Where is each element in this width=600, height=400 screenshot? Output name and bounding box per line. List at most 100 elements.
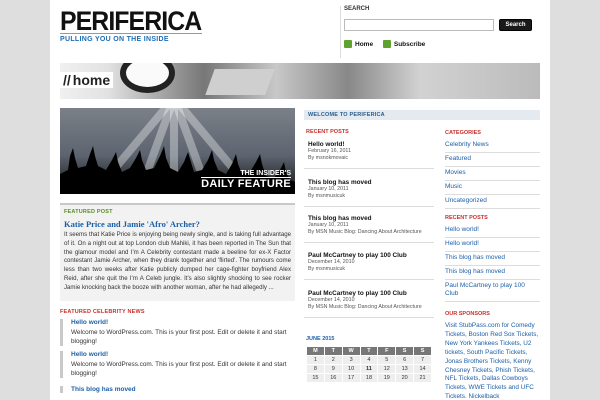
calendar-day: 1	[306, 355, 325, 365]
recent-post: Paul McCartney to play 100 Club December…	[304, 290, 434, 318]
list-item: This blog has moved	[60, 386, 295, 393]
featured-post-title[interactable]: Katie Price and Jamie 'Afro' Archer?	[64, 219, 291, 229]
featured-post: FEATURED POST Katie Price and Jamie 'Afr…	[60, 203, 295, 301]
news-title[interactable]: Hello world!	[71, 351, 295, 358]
recent-post-link[interactable]: This blog has moved	[445, 266, 540, 280]
calendar-day: 6	[395, 355, 415, 365]
title-word: home	[72, 72, 111, 88]
calendar-day: 14	[413, 364, 432, 374]
recent-post-link[interactable]: Hello world!	[445, 224, 540, 238]
calendar-day: 5	[377, 355, 397, 365]
recent-post-link[interactable]: This blog has moved	[445, 252, 540, 266]
calendar-row: 1 2 3 4 5 6 7	[306, 355, 432, 365]
post-date: January 10, 2011	[308, 222, 349, 228]
calendar-day: 21	[413, 373, 432, 383]
post-date: January 10, 2011	[308, 186, 349, 192]
right-recent-posts-label: RECENT POSTS	[445, 215, 488, 221]
daily-feature-image[interactable]: THE INSIDER'S DAILY FEATURE	[60, 108, 295, 194]
search-panel: SEARCH Search Home Subscribe	[340, 6, 545, 58]
post-author: By msnokmovaic	[308, 155, 349, 161]
weekday: W	[341, 346, 361, 356]
rss-icon	[382, 40, 391, 48]
post-author: By MSN Music Blog: Dancing About Archite…	[308, 304, 422, 310]
right-recent-posts-list: Hello world! Hello world! This blog has …	[445, 224, 540, 302]
weekday: F	[377, 346, 397, 356]
post-title[interactable]: This blog has moved	[308, 215, 434, 222]
featured-post-excerpt: It seems that Katie Price is enjoying be…	[64, 231, 291, 291]
news-excerpt: Welcome to WordPress.com. This is your f…	[71, 361, 287, 377]
weekday: T	[323, 346, 343, 356]
home-icon	[344, 40, 352, 48]
caption-top: THE INSIDER'S	[201, 170, 291, 178]
calendar-day-today: 11	[359, 364, 379, 374]
calendar-label: JUNE 2015	[306, 336, 335, 342]
calendar-row: 8 9 10 11 12 13 14	[306, 364, 432, 374]
feature-caption: THE INSIDER'S DAILY FEATURE	[201, 170, 291, 190]
subscribe-link[interactable]: Subscribe	[382, 40, 426, 48]
post-author: By msnmusicuk	[308, 193, 346, 199]
welcome-heading: WELCOME TO PERIFERICA	[304, 110, 540, 120]
search-input[interactable]	[344, 19, 494, 31]
subscribe-link-label: Subscribe	[393, 40, 426, 48]
search-label: SEARCH	[344, 6, 370, 12]
calendar-day: 17	[341, 373, 361, 383]
post-date: February 16, 2011	[308, 148, 351, 154]
post-date: December 14, 2010	[308, 259, 355, 265]
recent-post: Paul McCartney to play 100 Club December…	[304, 252, 434, 280]
post-title[interactable]: This blog has moved	[308, 179, 434, 186]
search-button[interactable]: Search	[499, 19, 532, 31]
weekday: S	[413, 346, 432, 356]
featured-post-label: FEATURED POST	[64, 209, 113, 215]
category-link[interactable]: Uncategorized	[445, 195, 540, 209]
calendar-day: 13	[395, 364, 415, 374]
sponsors-label: OUR SPONSORS	[445, 311, 490, 317]
celebrity-news-label: FEATURED CELEBRITY NEWS	[60, 309, 145, 315]
quick-links: Home Subscribe	[344, 40, 433, 50]
title-slashes: //	[63, 72, 71, 88]
recent-post-link[interactable]: Hello world!	[445, 238, 540, 252]
post-title[interactable]: Paul McCartney to play 100 Club	[308, 252, 434, 259]
category-link[interactable]: Featured	[445, 153, 540, 167]
post-author: By MSN Music Blog: Dancing About Archite…	[308, 229, 422, 235]
calendar-day: 12	[377, 364, 397, 374]
news-title[interactable]: This blog has moved	[71, 386, 295, 393]
category-link[interactable]: Movies	[445, 167, 540, 181]
category-link[interactable]: Celebrity News	[445, 139, 540, 153]
sponsors-text[interactable]: Visit StubPass.com for Comedy Tickets, B…	[445, 322, 540, 400]
calendar-day: 9	[323, 364, 343, 374]
page: PERIFERICA PULLING YOU ON THE INSIDE SEA…	[50, 0, 550, 400]
recent-post: This blog has moved January 10, 2011 By …	[304, 179, 434, 207]
calendar-day: 16	[323, 373, 343, 383]
calendar-row: 15 16 17 18 19 20 21	[306, 373, 432, 383]
calendar-day: 7	[413, 355, 432, 365]
weekday: T	[359, 346, 379, 356]
categories-label: CATEGORIES	[445, 130, 481, 136]
calendar: M T W T F S S 1 2 3 4 5 6 7 8 9 10 11 12…	[306, 346, 432, 383]
category-link[interactable]: Music	[445, 181, 540, 195]
banner-graphic-2	[205, 69, 275, 95]
calendar-day: 19	[377, 373, 397, 383]
weekday: S	[395, 346, 415, 356]
recent-posts-label: RECENT POSTS	[306, 129, 349, 135]
list-item: Hello world! Welcome to WordPress.com. T…	[60, 319, 295, 346]
home-link-label: Home	[355, 40, 374, 48]
calendar-day: 3	[341, 355, 361, 365]
caption-big: DAILY FEATURE	[201, 178, 291, 190]
categories-list: Celebrity News Featured Movies Music Unc…	[445, 139, 540, 209]
calendar-day: 4	[359, 355, 379, 365]
news-title[interactable]: Hello world!	[71, 319, 295, 326]
site-tagline: PULLING YOU ON THE INSIDE	[60, 33, 202, 43]
calendar-day: 20	[395, 373, 415, 383]
recent-post-link[interactable]: Paul McCartney to play 100 Club	[445, 280, 540, 302]
site-logo[interactable]: PERIFERICA	[60, 6, 202, 36]
weekday: M	[306, 346, 325, 356]
home-link[interactable]: Home	[344, 40, 373, 48]
post-title[interactable]: Hello world!	[308, 141, 434, 148]
calendar-day: 8	[306, 364, 325, 374]
post-date: December 14, 2010	[308, 297, 355, 303]
recent-post: Hello world! February 16, 2011 By msnokm…	[304, 141, 434, 169]
post-title[interactable]: Paul McCartney to play 100 Club	[308, 290, 434, 297]
page-title: //home	[60, 72, 114, 88]
news-excerpt: Welcome to WordPress.com. This is your f…	[71, 329, 287, 345]
banner-graphic	[120, 63, 175, 93]
